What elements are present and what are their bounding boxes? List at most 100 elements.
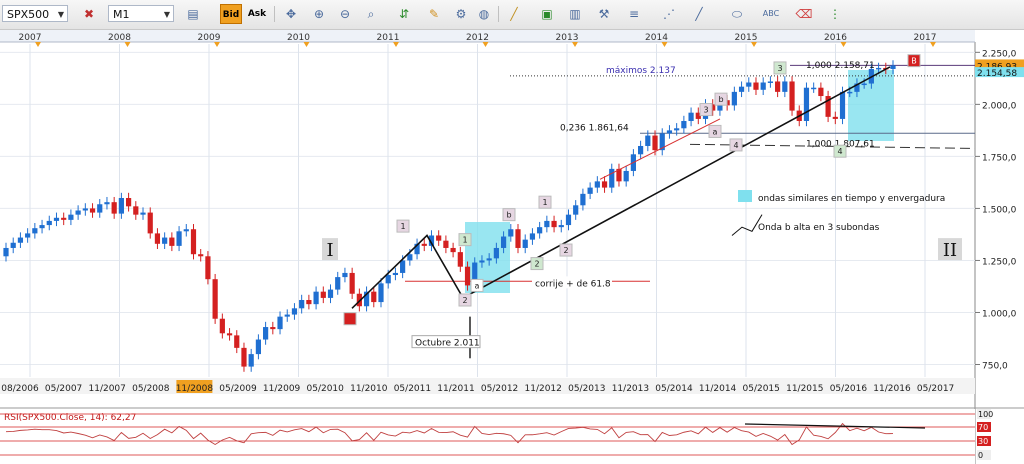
- x-tick-label: 05/2015: [743, 384, 780, 394]
- x-tick-label: 11/2013: [612, 384, 649, 394]
- candle: [385, 275, 391, 284]
- toolbar-divider: [274, 6, 275, 22]
- ruler-icon[interactable]: ╱: [505, 5, 523, 23]
- ask-button[interactable]: Ask: [246, 4, 268, 24]
- candle: [147, 212, 153, 234]
- trend-line-icon[interactable]: ╱: [690, 5, 708, 23]
- candle: [875, 67, 882, 70]
- magnifier-icon[interactable]: ⌕: [362, 5, 380, 23]
- x-tick-label: 05/2009: [219, 384, 257, 394]
- rsi-label: RSI(SPX500.Close, 14): 62,27: [4, 413, 136, 423]
- candle: [46, 220, 52, 226]
- candle: [32, 228, 38, 234]
- candle: [53, 217, 60, 221]
- image-icon[interactable]: ▣: [538, 5, 556, 23]
- remove-symbol-icon[interactable]: ✖: [80, 5, 98, 23]
- zoom-out-icon[interactable]: ⊖: [336, 5, 354, 23]
- text-icon[interactable]: ABC: [762, 5, 780, 23]
- candle: [443, 240, 449, 248]
- candle: [25, 233, 31, 238]
- candle: [731, 91, 737, 106]
- wave-marker-label: b: [718, 95, 723, 104]
- drawing-tools-icon[interactable]: ⚒: [595, 5, 613, 23]
- symbol-value: SPX500: [7, 8, 50, 21]
- legend-swatch: [738, 190, 752, 203]
- candle: [82, 208, 88, 211]
- candle: [537, 227, 543, 234]
- x-tick-label: 11/2009: [263, 384, 301, 394]
- fib-label: 0,236 1.861,64: [560, 123, 629, 133]
- candle: [291, 308, 298, 315]
- crosshair-icon[interactable]: ✥: [282, 5, 300, 23]
- candle: [479, 260, 485, 263]
- candle: [183, 229, 189, 232]
- horizontal-line-icon[interactable]: ≡: [625, 5, 643, 23]
- candle: [75, 210, 81, 215]
- candle: [847, 91, 853, 94]
- year-label: 2007: [19, 33, 42, 43]
- candle: [140, 212, 146, 215]
- wave-marker-label: 4: [837, 147, 842, 156]
- chart-type-icon[interactable]: ▤: [184, 5, 202, 23]
- x-tick-label: 11/2008: [176, 384, 214, 394]
- x-tick-label: 11/2011: [437, 384, 474, 394]
- candle: [190, 229, 197, 255]
- year-label: 2014: [645, 33, 668, 43]
- candle: [861, 83, 867, 86]
- candle: [61, 217, 67, 220]
- candle: [645, 135, 651, 146]
- year-label: 2012: [466, 33, 489, 43]
- candle: [234, 335, 240, 348]
- candle: [248, 354, 254, 367]
- candle: [89, 208, 96, 213]
- year-label: 2010: [287, 33, 310, 43]
- candle: [3, 247, 9, 257]
- globe-icon[interactable]: ◍: [475, 5, 493, 23]
- toolbar-divider: [498, 6, 499, 22]
- candle: [500, 236, 507, 248]
- x-tick-label: 05/2012: [481, 384, 518, 394]
- eraser-icon[interactable]: ⌫: [795, 5, 813, 23]
- price-chart[interactable]: 750,0 1.000,0 1.250,0 1.500,0 1.750,0 2.000,0…: [0, 30, 1024, 464]
- candle: [775, 81, 781, 92]
- candle: [486, 258, 492, 261]
- wave-marker-label: B: [911, 57, 917, 66]
- candle: [421, 243, 427, 246]
- y-tick-label: 750,0: [982, 362, 1008, 372]
- objects-icon[interactable]: ⋮: [826, 5, 844, 23]
- candle: [371, 291, 377, 303]
- candle: [111, 202, 117, 214]
- symbol-select[interactable]: SPX500 ▼: [2, 5, 68, 22]
- legend-label: Onda b alta en 3 subondas: [758, 223, 880, 233]
- bid-button[interactable]: Bid: [220, 4, 242, 24]
- indicators-icon[interactable]: ⇵: [395, 5, 413, 23]
- candle: [601, 181, 608, 188]
- candle: [558, 225, 564, 228]
- wave-marker-label: a: [475, 281, 480, 290]
- candle: [573, 205, 579, 215]
- x-tick-label: 11/2014: [699, 384, 737, 394]
- candle: [205, 256, 211, 280]
- channel-icon[interactable]: ⋰: [660, 5, 678, 23]
- candle: [162, 237, 168, 244]
- candle: [753, 82, 759, 90]
- notes-icon[interactable]: ✎: [425, 5, 443, 23]
- ellipse-icon[interactable]: ⬭: [728, 5, 746, 23]
- compare-icon[interactable]: ⚙: [452, 5, 470, 23]
- rsi-level-label: 30: [978, 437, 988, 446]
- zoom-in-icon[interactable]: ⊕: [310, 5, 328, 23]
- candle: [580, 193, 586, 206]
- wave-marker-label: 4: [733, 141, 738, 150]
- candle: [104, 202, 110, 205]
- candle: [890, 65, 896, 69]
- candle: [277, 316, 283, 330]
- candle: [767, 81, 774, 83]
- candle: [551, 220, 557, 228]
- y-tick-label: 2.250,0: [982, 49, 1017, 59]
- timeframe-select[interactable]: M1 ▼: [108, 5, 174, 22]
- candle: [313, 291, 319, 305]
- template-icon[interactable]: ▥: [566, 5, 584, 23]
- rsi-level-label: 70: [978, 423, 988, 432]
- candle: [133, 206, 139, 215]
- candle: [544, 220, 550, 228]
